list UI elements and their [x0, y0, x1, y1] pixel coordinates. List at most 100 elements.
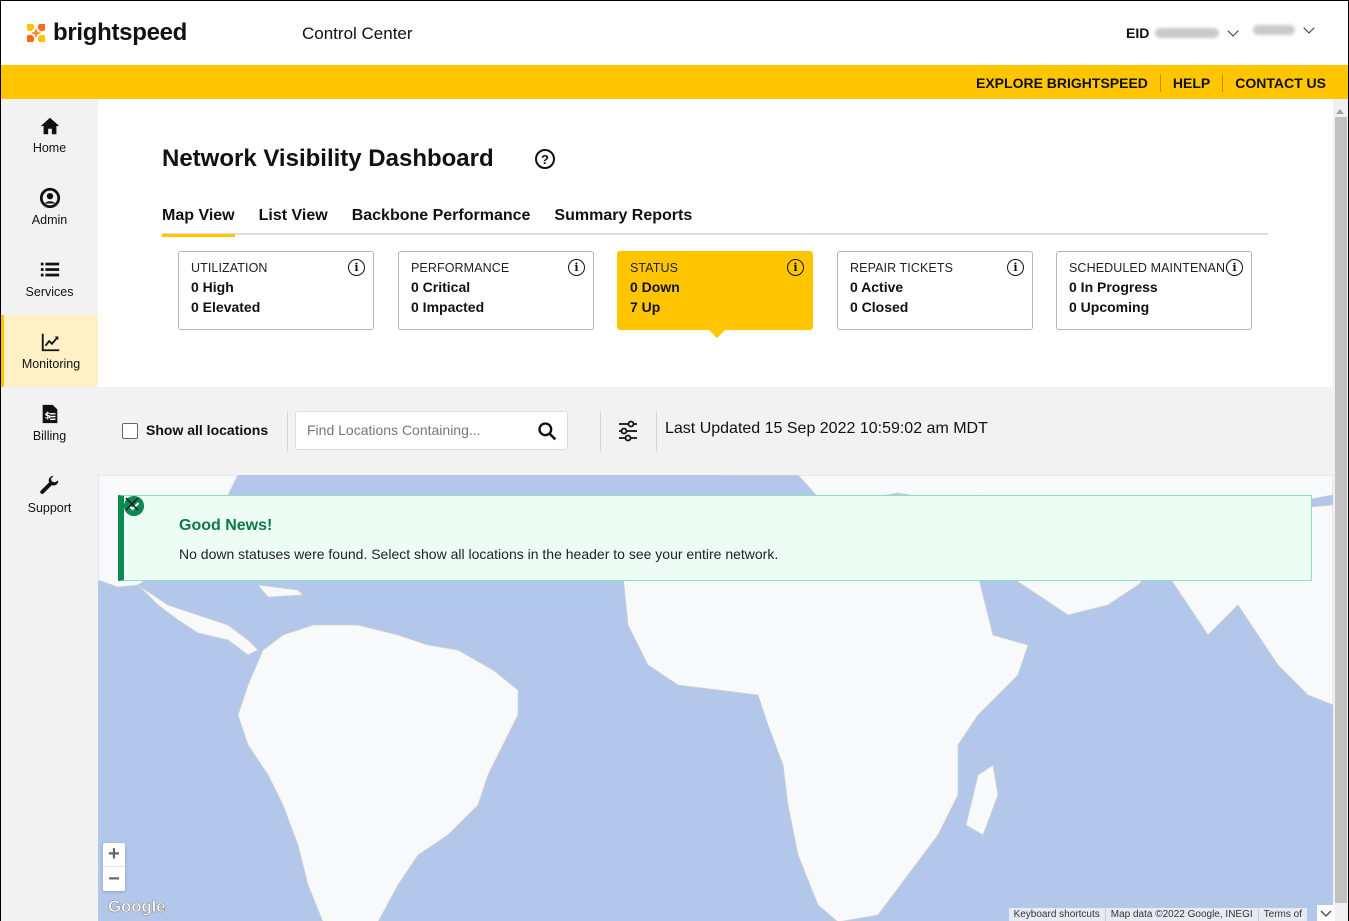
sidebar-item-label: Home	[32, 141, 67, 155]
scrollbar-thumb[interactable]	[1335, 117, 1347, 903]
info-icon[interactable]: i	[1007, 259, 1024, 276]
network-map[interactable]: Good News! No down statuses were found. …	[98, 475, 1333, 921]
land-south-america	[237, 624, 519, 921]
contact-us-link[interactable]: CONTACT US	[1235, 75, 1326, 91]
land-central-america	[137, 584, 259, 656]
tab-backbone-performance[interactable]: Backbone Performance	[352, 207, 531, 235]
svg-text:$: $	[44, 411, 50, 422]
card-value: 0 Impacted	[411, 299, 485, 315]
zoom-in-button[interactable]: +	[103, 843, 125, 867]
map-data-credit: Map data ©2022 Google, INEGI	[1104, 908, 1258, 921]
scroll-up-arrow-icon[interactable]	[1336, 109, 1344, 114]
help-link[interactable]: HELP	[1173, 75, 1210, 91]
card-status[interactable]: STATUS 0 Down 7 Up i	[617, 251, 813, 338]
sidebar-item-label: Admin	[31, 213, 68, 227]
card-performance[interactable]: PERFORMANCE 0 Critical 0 Impacted i	[398, 251, 594, 330]
sidebar-item-label: Services	[25, 285, 74, 299]
info-icon[interactable]: i	[348, 259, 365, 276]
card-title: PERFORMANCE	[411, 261, 510, 275]
card-value: 0 Elevated	[191, 299, 261, 315]
divider	[1222, 74, 1224, 92]
sidebar-item-admin[interactable]: Admin	[1, 171, 98, 243]
close-icon[interactable]	[124, 496, 140, 512]
filter-sliders-icon[interactable]	[617, 419, 639, 443]
scroll-down-button[interactable]	[1317, 905, 1335, 921]
app-title: Control Center	[302, 24, 413, 43]
page-scrollbar[interactable]	[1333, 99, 1348, 921]
list-icon	[40, 262, 59, 277]
sidebar-item-services[interactable]: Services	[1, 243, 98, 315]
card-repair-tickets[interactable]: REPAIR TICKETS 0 Active 0 Closed i	[837, 251, 1033, 330]
sidebar-nav: Home Admin Services Monitoring $ Billing…	[1, 99, 98, 921]
card-title: STATUS	[630, 261, 679, 275]
sidebar-item-billing[interactable]: $ Billing	[1, 387, 98, 459]
invoice-icon: $	[42, 404, 57, 424]
chevron-down-icon	[1227, 24, 1240, 37]
username-redacted	[1253, 25, 1295, 35]
card-title: REPAIR TICKETS	[850, 261, 954, 275]
user-menu[interactable]	[1253, 21, 1315, 35]
brand-name: brightspeed	[53, 19, 188, 46]
map-filter-bar: Show all locations Last Updated 15 Sep 2…	[98, 387, 1333, 475]
search-icon[interactable]	[537, 421, 557, 441]
location-search-input[interactable]	[307, 422, 527, 438]
location-search	[295, 411, 568, 450]
card-value: 0 Upcoming	[1069, 299, 1150, 315]
tab-map-view[interactable]: Map View	[162, 207, 235, 237]
chart-trend-icon	[41, 333, 60, 352]
card-scheduled-maintenance[interactable]: SCHEDULED MAINTENANCE 0 In Progress 0 Up…	[1056, 251, 1252, 330]
brightspeed-logo-icon	[27, 24, 45, 42]
info-icon[interactable]: i	[787, 259, 804, 276]
divider	[600, 411, 601, 451]
home-icon	[40, 117, 59, 135]
show-all-locations-label[interactable]: Show all locations	[146, 422, 268, 438]
help-circle-icon[interactable]: ?	[535, 149, 555, 169]
divider	[1159, 74, 1161, 92]
view-tabs: Map View List View Backbone Performance …	[162, 207, 1268, 237]
card-value: 0 Critical	[411, 279, 471, 295]
show-all-locations-checkbox[interactable]	[122, 423, 138, 439]
card-value: 7 Up	[630, 299, 661, 315]
dashboard-header: Network Visibility Dashboard ? Map View …	[98, 99, 1333, 387]
utility-nav-bar: EXPLORE BRIGHTSPEED HELP CONTACT US	[1, 65, 1348, 99]
tab-summary-reports[interactable]: Summary Reports	[554, 207, 692, 235]
sidebar-item-label: Support	[27, 501, 72, 515]
card-value: 0 High	[191, 279, 234, 295]
alert-message: No down statuses were found. Select show…	[179, 546, 779, 562]
divider	[287, 411, 288, 451]
wrench-icon	[39, 475, 58, 494]
brand-logo[interactable]: brightspeed	[25, 19, 187, 47]
card-utilization[interactable]: UTILIZATION 0 High 0 Elevated i	[178, 251, 374, 330]
eid-selector[interactable]: EID	[1126, 24, 1240, 41]
eid-value-redacted	[1155, 28, 1220, 38]
zoom-out-button[interactable]: −	[103, 867, 125, 891]
tab-list-view[interactable]: List View	[259, 207, 328, 235]
terms-link[interactable]: Terms of	[1257, 908, 1307, 921]
land-caribbean	[257, 584, 304, 598]
info-icon[interactable]: i	[1226, 259, 1243, 276]
card-value: 0 Closed	[850, 299, 909, 315]
explore-brightspeed-link[interactable]: EXPLORE BRIGHTSPEED	[976, 75, 1148, 91]
last-updated-timestamp: Last Updated 15 Sep 2022 10:59:02 am MDT	[665, 420, 988, 437]
info-icon[interactable]: i	[568, 259, 585, 276]
google-logo: Google	[108, 897, 166, 917]
eid-label: EID	[1126, 25, 1150, 41]
map-zoom-controls: + −	[103, 843, 125, 891]
divider	[656, 411, 657, 451]
card-title: SCHEDULED MAINTENANCE	[1069, 261, 1243, 275]
card-value: 0 Active	[850, 279, 904, 295]
keyboard-shortcuts-link[interactable]: Keyboard shortcuts	[1009, 908, 1105, 921]
card-value: 0 Down	[630, 279, 680, 295]
card-title: UTILIZATION	[191, 261, 268, 275]
sidebar-item-monitoring[interactable]: Monitoring	[1, 315, 98, 387]
sidebar-item-home[interactable]: Home	[1, 99, 98, 171]
sidebar-item-label: Monitoring	[21, 357, 81, 371]
user-circle-icon	[39, 187, 60, 209]
sidebar-item-support[interactable]: Support	[1, 459, 98, 531]
alert-title: Good News!	[179, 517, 273, 534]
page-title: Network Visibility Dashboard	[162, 145, 494, 172]
sidebar-item-label: Billing	[32, 429, 67, 443]
chevron-down-icon	[1320, 910, 1332, 918]
land-madagascar	[965, 764, 999, 836]
card-value: 0 In Progress	[1069, 279, 1158, 295]
